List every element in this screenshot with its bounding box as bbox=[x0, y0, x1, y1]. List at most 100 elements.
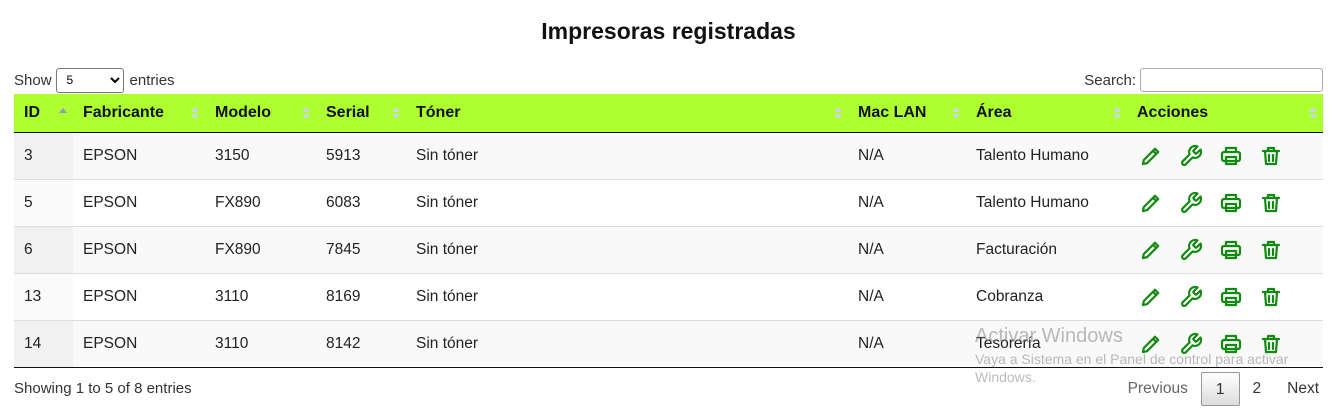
cell-mac: N/A bbox=[848, 320, 966, 368]
cell-id: 3 bbox=[14, 132, 73, 180]
column-header-toner[interactable]: Tóner bbox=[406, 94, 848, 133]
printer-icon[interactable] bbox=[1217, 283, 1245, 311]
sort-icon bbox=[392, 106, 400, 119]
edit-icon[interactable] bbox=[1137, 283, 1165, 311]
column-header-label: Mac LAN bbox=[858, 103, 927, 121]
column-header-label: Tóner bbox=[416, 103, 461, 121]
printers-table: ID Fabricante Modelo Serial Tóner Mac LAN Área… bbox=[14, 94, 1323, 368]
cell-mac: N/A bbox=[848, 226, 966, 274]
column-header-area[interactable]: Área bbox=[966, 94, 1127, 133]
column-header-label: Modelo bbox=[215, 103, 271, 121]
cell-toner: Sin tóner bbox=[406, 226, 848, 274]
edit-icon[interactable] bbox=[1137, 189, 1165, 217]
cell-id: 14 bbox=[14, 320, 73, 368]
next-page-button[interactable]: Next bbox=[1274, 372, 1323, 406]
column-header-id[interactable]: ID bbox=[14, 94, 73, 133]
wrench-icon[interactable] bbox=[1177, 142, 1205, 170]
table-row: 3 EPSON 3150 5913 Sin tóner N/A Talento Humano bbox=[14, 132, 1323, 180]
cell-mac: N/A bbox=[848, 132, 966, 180]
cell-toner: Sin tóner bbox=[406, 132, 848, 180]
column-header-label: Área bbox=[976, 103, 1012, 121]
cell-area: Talento Humano bbox=[966, 179, 1127, 227]
wrench-icon[interactable] bbox=[1177, 330, 1205, 358]
column-header-label: Serial bbox=[326, 103, 370, 121]
search-input[interactable] bbox=[1140, 68, 1323, 92]
sort-icon bbox=[302, 106, 310, 119]
table-row: 5 EPSON FX890 6083 Sin tóner N/A Talento Human… bbox=[14, 179, 1323, 227]
table-body: 3 EPSON 3150 5913 Sin tóner N/A Talento Humano… bbox=[14, 132, 1323, 368]
cell-modelo: 3150 bbox=[205, 132, 316, 180]
page-button-1[interactable]: 1 bbox=[1200, 372, 1240, 406]
pagination: Previous 1 2 Next bbox=[1115, 372, 1323, 406]
cell-area: Talento Humano bbox=[966, 132, 1127, 180]
table-row: 13 EPSON 3110 8169 Sin tóner N/A Cobranza bbox=[14, 273, 1323, 321]
previous-page-button[interactable]: Previous bbox=[1115, 372, 1201, 406]
cell-modelo: FX890 bbox=[205, 179, 316, 227]
cell-id: 13 bbox=[14, 273, 73, 321]
cell-toner: Sin tóner bbox=[406, 273, 848, 321]
cell-serial: 6083 bbox=[316, 179, 406, 227]
table-info: Showing 1 to 5 of 8 entries bbox=[14, 380, 192, 397]
cell-modelo: FX890 bbox=[205, 226, 316, 274]
sort-icon bbox=[1113, 106, 1121, 119]
cell-fabricante: EPSON bbox=[73, 226, 205, 274]
printer-icon[interactable] bbox=[1217, 236, 1245, 264]
entries-label: entries bbox=[129, 71, 175, 89]
table-row: 6 EPSON FX890 7845 Sin tóner N/A Facturación bbox=[14, 226, 1323, 274]
wrench-icon[interactable] bbox=[1177, 189, 1205, 217]
trash-icon[interactable] bbox=[1257, 189, 1285, 217]
cell-id: 6 bbox=[14, 226, 73, 274]
column-header-label: ID bbox=[24, 103, 40, 121]
page-button-2[interactable]: 2 bbox=[1240, 372, 1275, 406]
column-header-mac-lan[interactable]: Mac LAN bbox=[848, 94, 966, 133]
edit-icon[interactable] bbox=[1137, 330, 1165, 358]
trash-icon[interactable] bbox=[1257, 236, 1285, 264]
cell-actions bbox=[1127, 226, 1323, 274]
cell-modelo: 3110 bbox=[205, 320, 316, 368]
search-control: Search: bbox=[1084, 67, 1323, 93]
column-header-serial[interactable]: Serial bbox=[316, 94, 406, 133]
cell-area: Cobranza bbox=[966, 273, 1127, 321]
cell-modelo: 3110 bbox=[205, 273, 316, 321]
search-label: Search: bbox=[1084, 71, 1136, 89]
printer-icon[interactable] bbox=[1217, 142, 1245, 170]
trash-icon[interactable] bbox=[1257, 330, 1285, 358]
trash-icon[interactable] bbox=[1257, 142, 1285, 170]
sort-icon bbox=[59, 108, 67, 113]
column-header-fabricante[interactable]: Fabricante bbox=[73, 94, 205, 133]
cell-serial: 8169 bbox=[316, 273, 406, 321]
cell-fabricante: EPSON bbox=[73, 179, 205, 227]
page-length-control: Show 5 entries bbox=[14, 67, 175, 93]
cell-toner: Sin tóner bbox=[406, 320, 848, 368]
trash-icon[interactable] bbox=[1257, 283, 1285, 311]
cell-actions bbox=[1127, 273, 1323, 321]
table-header-row: ID Fabricante Modelo Serial Tóner Mac LAN Área… bbox=[14, 94, 1323, 133]
wrench-icon[interactable] bbox=[1177, 236, 1205, 264]
cell-area: Facturación bbox=[966, 226, 1127, 274]
page-length-select[interactable]: 5 bbox=[55, 67, 124, 93]
sort-icon bbox=[191, 106, 199, 119]
cell-fabricante: EPSON bbox=[73, 320, 205, 368]
column-header-acciones[interactable]: Acciones bbox=[1127, 94, 1323, 133]
cell-mac: N/A bbox=[848, 273, 966, 321]
cell-fabricante: EPSON bbox=[73, 273, 205, 321]
cell-serial: 5913 bbox=[316, 132, 406, 180]
printer-icon[interactable] bbox=[1217, 189, 1245, 217]
cell-area: Tesorería bbox=[966, 320, 1127, 368]
edit-icon[interactable] bbox=[1137, 142, 1165, 170]
cell-actions bbox=[1127, 320, 1323, 368]
edit-icon[interactable] bbox=[1137, 236, 1165, 264]
printer-icon[interactable] bbox=[1217, 330, 1245, 358]
column-header-modelo[interactable]: Modelo bbox=[205, 94, 316, 133]
show-label: Show bbox=[14, 71, 52, 89]
cell-id: 5 bbox=[14, 179, 73, 227]
sort-icon bbox=[834, 106, 842, 119]
cell-serial: 7845 bbox=[316, 226, 406, 274]
cell-serial: 8142 bbox=[316, 320, 406, 368]
wrench-icon[interactable] bbox=[1177, 283, 1205, 311]
cell-actions bbox=[1127, 132, 1323, 180]
column-header-label: Acciones bbox=[1137, 103, 1209, 121]
cell-mac: N/A bbox=[848, 179, 966, 227]
cell-toner: Sin tóner bbox=[406, 179, 848, 227]
sort-icon bbox=[952, 106, 960, 119]
